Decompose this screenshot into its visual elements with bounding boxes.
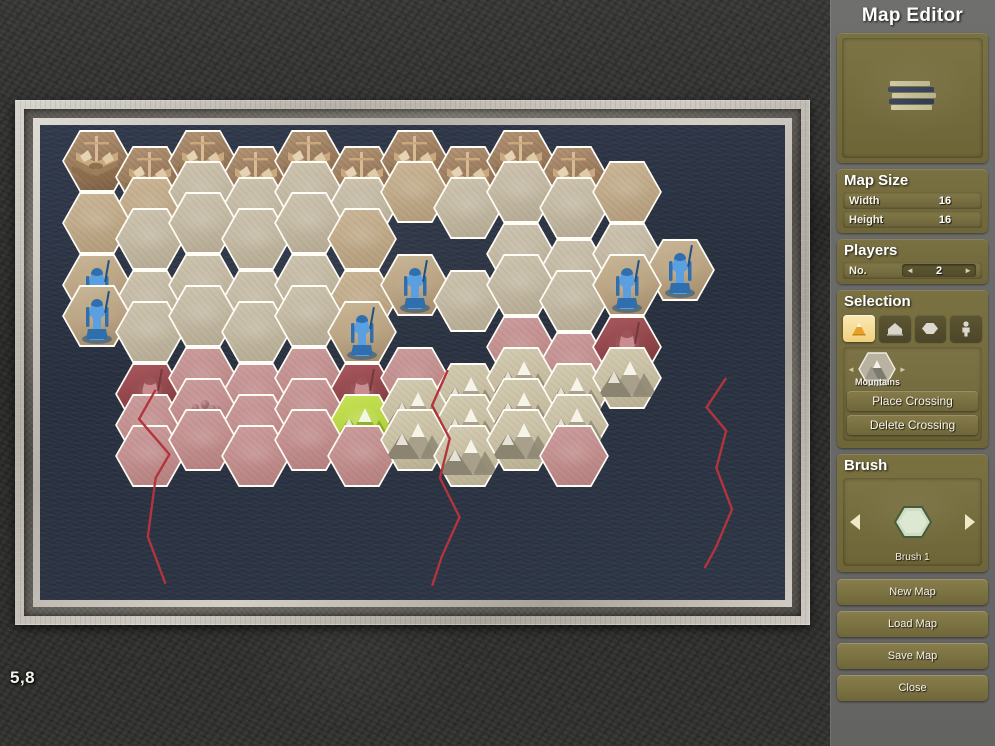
map-editor-window: 5,8 Map Editor Map Size Width 16 Height … [0, 0, 995, 746]
chevron-left-icon[interactable]: ◄ [847, 365, 855, 374]
minimap-thumbnail [887, 81, 938, 115]
chevron-right-icon[interactable]: ► [899, 365, 907, 374]
selection-panel: Selection ◄ ► Mountains Place Crossing D… [837, 290, 988, 448]
map-inner-frame [33, 118, 792, 607]
chevron-right-icon[interactable]: ► [964, 266, 972, 275]
minimap-panel [837, 33, 988, 163]
tab-unit[interactable] [950, 315, 982, 342]
load-map-button[interactable]: Load Map [837, 611, 988, 637]
triangle-right-icon[interactable] [965, 514, 975, 530]
hexagon-icon [922, 323, 939, 334]
map-size-heading: Map Size [844, 172, 909, 189]
map-size-panel: Map Size Width 16 Height 16 [837, 169, 988, 233]
delete-crossing-button[interactable]: Delete Crossing [847, 415, 978, 435]
brush-panel: Brush Brush 1 [837, 454, 988, 572]
crossing-path [703, 377, 734, 569]
chevron-left-icon[interactable]: ◄ [906, 266, 914, 275]
brush-preview[interactable]: Brush 1 [843, 478, 982, 566]
sidebar: Map Editor Map Size Width 16 Height 16 P… [830, 0, 995, 746]
map-width-row[interactable]: Width 16 [843, 192, 982, 209]
map-frame [15, 100, 810, 625]
brush-name: Brush 1 [895, 552, 930, 563]
players-panel: Players No. ◄ 2 ► [837, 239, 988, 284]
close-button[interactable]: Close [837, 675, 988, 701]
person-icon [962, 321, 970, 337]
map-frame-bevel [24, 109, 801, 616]
map-width-value: 16 [938, 194, 952, 207]
house-icon [886, 323, 903, 336]
mountain-icon [851, 322, 866, 336]
players-heading: Players [844, 242, 898, 259]
players-count-value: 2 [935, 264, 943, 277]
selection-detail: ◄ ► Mountains Place Crossing Delete Cros… [843, 347, 982, 441]
place-crossing-button[interactable]: Place Crossing [847, 391, 978, 411]
cursor-coordinates: 5,8 [10, 668, 36, 687]
players-count-stepper[interactable]: ◄ 2 ► [902, 264, 976, 277]
tab-building[interactable] [878, 315, 911, 342]
map-height-row[interactable]: Height 16 [843, 211, 982, 228]
map-height-label: Height [849, 213, 884, 226]
save-map-button[interactable]: Save Map [837, 643, 988, 669]
minimap-preview[interactable] [842, 38, 983, 158]
tab-terrain[interactable] [843, 315, 875, 342]
map-canvas[interactable] [40, 125, 785, 600]
selection-tabs [843, 315, 982, 342]
tab-tile[interactable] [914, 315, 947, 342]
triangle-left-icon[interactable] [850, 514, 860, 530]
map-width-label: Width [849, 194, 880, 207]
new-map-button[interactable]: New Map [837, 579, 988, 605]
selection-heading: Selection [844, 293, 911, 310]
action-buttons: New Map Load Map Save Map Close [837, 579, 988, 701]
map-height-value: 16 [938, 213, 952, 226]
selection-item-name: Mountains [855, 377, 900, 387]
players-count-row: No. ◄ 2 ► [843, 262, 982, 279]
brush-heading: Brush [844, 457, 888, 474]
players-no-label: No. [849, 264, 867, 277]
page-title: Map Editor [861, 5, 964, 26]
brush-shape-hexagon-icon [893, 506, 932, 538]
